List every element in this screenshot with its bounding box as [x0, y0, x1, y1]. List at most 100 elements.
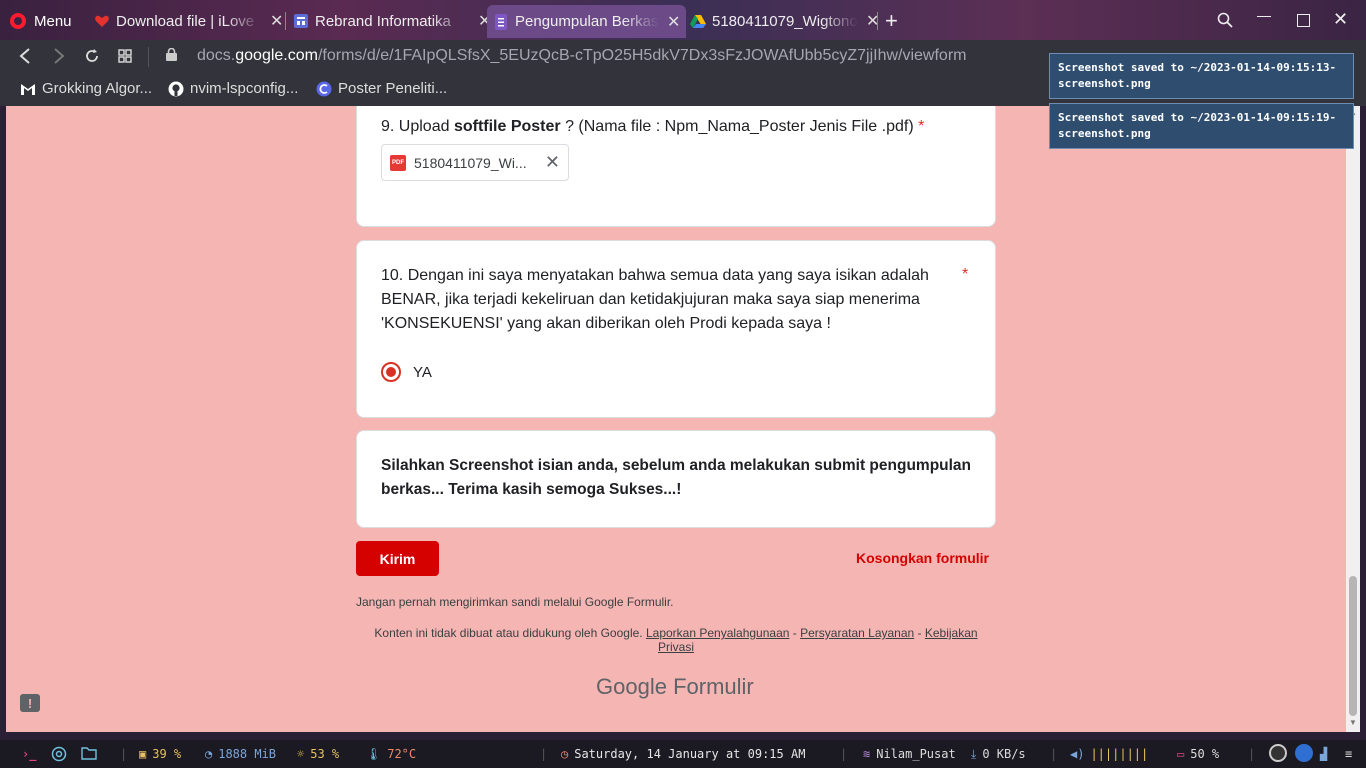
folder-icon[interactable] [81, 746, 97, 760]
close-window-icon[interactable]: ✕ [1333, 9, 1348, 30]
network-tray-icon[interactable]: ▟ [1320, 747, 1327, 761]
back-icon[interactable] [18, 48, 32, 64]
password-warning: Jangan pernah mengirimkan sandi melalui … [356, 595, 674, 609]
wifi-indicator[interactable]: ≋ Nilam_Pusat [863, 747, 956, 761]
question-card-upload: 9. Upload softfile Poster ? (Nama file :… [356, 106, 996, 227]
tab-separator [285, 12, 286, 30]
forms-icon [495, 13, 507, 30]
wifi-icon: ≋ [863, 747, 871, 761]
tray-app-icon[interactable] [1295, 744, 1313, 762]
q10-line-3: 'KONSEKUENSI' yang akan diberikan oleh P… [381, 315, 831, 332]
info-line-2: berkas... Terima kasih semoga Sukses...! [381, 481, 682, 498]
tab-drive[interactable]: 5180411079_Wigtono ✕ [690, 7, 879, 35]
url-path: /forms/d/e/1FAIpQLSfsX_5EUzQcB-cTpO25H5d… [317, 47, 967, 64]
report-feedback-icon[interactable]: ! [20, 694, 40, 712]
page-scrollbar[interactable]: ▲ ▼ [1346, 106, 1360, 732]
q9-prefix: 9. Upload [381, 118, 454, 135]
bookmark-poster[interactable]: Poster Peneliti... [316, 80, 447, 97]
close-tab-icon[interactable]: ✕ [270, 11, 283, 31]
url-host: google.com [235, 47, 318, 64]
clear-form-button[interactable]: Kosongkan formulir [856, 550, 989, 566]
brightness-indicator: ☼ 53 % [297, 747, 339, 761]
tab-rebrand[interactable]: Rebrand Informatika ✕ [293, 7, 491, 35]
tab-ilove[interactable]: Download file | iLove ✕ [94, 7, 283, 35]
disclaimer-text: Konten ini tidak dibuat atau didukung ol… [374, 626, 643, 640]
disclaimer: Konten ini tidak dibuat atau didukung ol… [374, 626, 978, 654]
battery-value: 50 % [1190, 747, 1220, 761]
canva-icon [316, 81, 332, 96]
temperature-indicator: 🌡 72°C [366, 747, 416, 761]
wifi-name: Nilam_Pusat [876, 747, 956, 761]
tab-title: 5180411079_Wigtono [712, 12, 858, 30]
screenshot-notification[interactable]: Screenshot saved to ~/2023-01-14-09:15:1… [1049, 53, 1354, 99]
submit-button[interactable]: Kirim [356, 541, 439, 576]
logo-brand: Google [596, 674, 667, 699]
download-icon: ⤓ [971, 747, 977, 761]
terms-link[interactable]: Persyaratan Layanan [800, 626, 914, 640]
volume-bars: |||||||| [1090, 747, 1149, 761]
bookmark-nvim[interactable]: nvim-lspconfig... [168, 80, 298, 97]
network-speed: ⤓ 0 KB/s [971, 747, 1026, 762]
new-tab-button[interactable]: + [885, 8, 898, 34]
memory-value: 1888 MiB [218, 747, 277, 761]
uploaded-file-chip[interactable]: PDF 5180411079_Wi... ✕ [381, 144, 569, 181]
notification-line-1: Screenshot saved to ~/2023-01-14-09:15:1… [1058, 61, 1337, 74]
remove-file-icon[interactable]: ✕ [545, 152, 560, 173]
search-tabs-icon[interactable] [1217, 12, 1233, 28]
minimize-icon[interactable] [1257, 16, 1271, 17]
brightness-value: 53 % [310, 747, 340, 761]
screenshot-notification[interactable]: Screenshot saved to ~/2023-01-14-09:15:1… [1049, 103, 1354, 149]
volume-indicator[interactable]: ◀) |||||||| [1070, 747, 1148, 761]
tab-separator [877, 12, 878, 30]
q9-suffix: ? (Nama file : Npm_Nama_Poster Jenis Fil… [560, 118, 919, 135]
cpu-value: 39 % [152, 747, 182, 761]
radio-option-ya[interactable] [381, 362, 401, 382]
question-10-title: 10. Dengan ini saya menyatakan bahwa sem… [381, 264, 929, 336]
separator: | [1050, 747, 1058, 761]
opera-icon [10, 13, 26, 29]
speed-dial-icon[interactable] [118, 49, 132, 63]
obs-tray-icon[interactable] [1269, 744, 1287, 762]
info-line-1: Silahkan Screenshot isian anda, sebelum … [381, 457, 972, 474]
info-text: Silahkan Screenshot isian anda, sebelum … [381, 454, 971, 502]
notification-line-2: screenshot.png [1058, 77, 1151, 90]
maximize-icon[interactable] [1297, 14, 1310, 27]
lock-icon[interactable] [166, 48, 177, 61]
tray-menu-icon[interactable]: ≡ [1345, 747, 1352, 761]
forward-icon[interactable] [52, 48, 66, 64]
notification-line-1: Screenshot saved to ~/2023-01-14-09:15:1… [1058, 111, 1337, 124]
heart-icon [95, 15, 109, 27]
radio-option-label[interactable]: YA [413, 364, 432, 381]
memory-icon: ◔ [205, 747, 213, 761]
network-value: 0 KB/s [982, 747, 1026, 761]
cpu-indicator: ▣ 39 % [139, 747, 181, 761]
volume-icon: ◀) [1070, 747, 1085, 761]
memory-indicator: ◔ 1888 MiB [205, 747, 276, 761]
bookmark-label: Grokking Algor... [42, 80, 153, 97]
notification-line-2: screenshot.png [1058, 127, 1151, 140]
tab-title: Rebrand Informatika [315, 12, 451, 30]
q10-line-1: 10. Dengan ini saya menyatakan bahwa sem… [381, 267, 929, 284]
browser-icon[interactable] [51, 746, 67, 762]
google-forms-logo[interactable]: Google Formulir [596, 674, 754, 700]
uploaded-file-name: 5180411079_Wi... [414, 154, 527, 171]
bookmark-grokking[interactable]: Grokking Algor... [20, 80, 152, 97]
address-bar-url[interactable]: docs.google.com/forms/d/e/1FAIpQLSfsX_5E… [197, 47, 966, 65]
battery-indicator: ▭ 50 % [1177, 747, 1219, 761]
clock[interactable]: ◷ Saturday, 14 January at 09:15 AM [561, 747, 805, 761]
opera-menu-button[interactable]: Menu [10, 9, 72, 33]
tab-bar: Menu Download file | iLove ✕ Rebrand Inf… [0, 0, 1366, 40]
bookmark-label: Poster Peneliti... [338, 80, 448, 97]
scroll-down-icon[interactable]: ▼ [1349, 718, 1357, 727]
terminal-icon[interactable]: ›_ [22, 747, 36, 761]
form-page: 9. Upload softfile Poster ? (Nama file :… [6, 106, 1346, 732]
datetime-value: Saturday, 14 January at 09:15 AM [574, 747, 806, 761]
temperature-value: 72°C [387, 747, 417, 761]
close-tab-icon[interactable]: ✕ [667, 12, 680, 32]
report-abuse-link[interactable]: Laporkan Penyalahgunaan [646, 626, 789, 640]
scroll-thumb[interactable] [1349, 576, 1357, 716]
required-mark: * [918, 118, 925, 135]
reload-icon[interactable] [84, 48, 100, 64]
separator: | [120, 747, 128, 761]
tab-pengumpulan-active[interactable]: Pengumpulan Berkas ✕ [487, 5, 687, 38]
